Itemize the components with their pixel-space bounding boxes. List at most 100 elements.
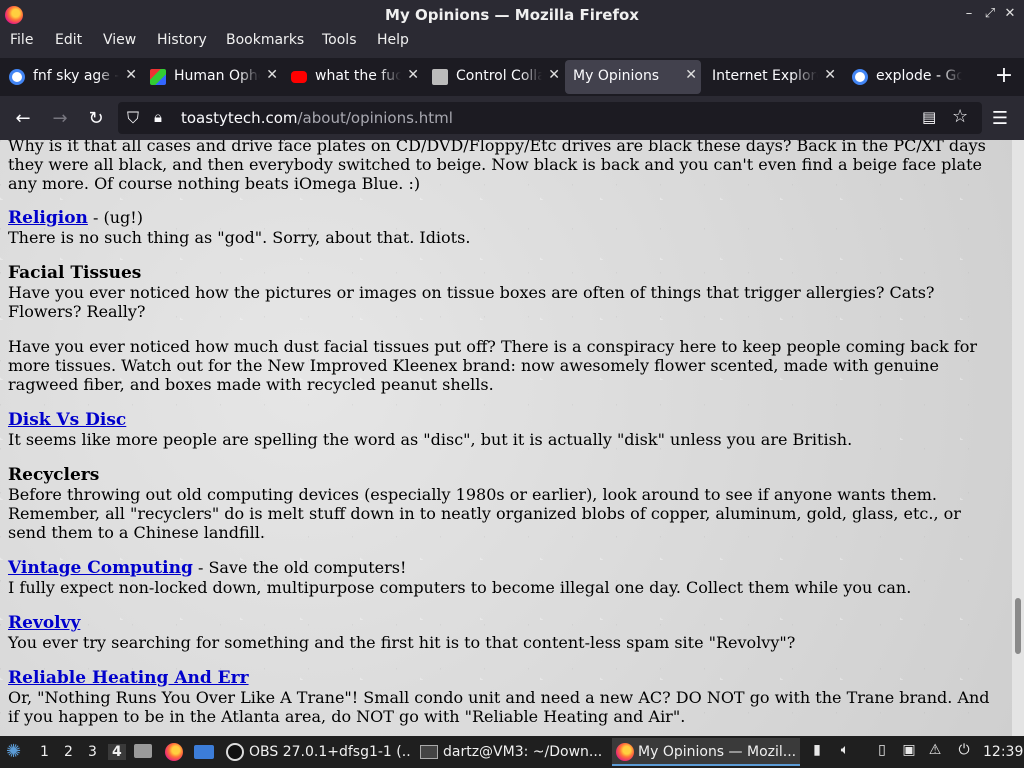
window-title: My Opinions — Mozilla Firefox: [385, 6, 639, 24]
hamburger-menu-icon[interactable]: ☰: [989, 108, 1011, 130]
workspace-4[interactable]: 4: [108, 744, 126, 760]
menu-tools[interactable]: Tools: [322, 32, 357, 48]
window-titlebar: My Opinions — Mozilla Firefox – ⤢ ✕: [0, 0, 1024, 30]
bookmark-star-icon[interactable]: ☆: [952, 106, 968, 127]
tab-label: explode - Google Search: [876, 68, 962, 84]
minimize-icon[interactable]: –: [961, 6, 977, 22]
task-obs[interactable]: OBS 27.0.1+dfsg1-1 (...: [226, 738, 410, 766]
tab-label: My Opinions: [573, 68, 660, 84]
task-terminal[interactable]: dartz@VM3: ~/Down...: [420, 738, 604, 766]
youtube-icon: [291, 71, 307, 83]
google-icon: [852, 69, 868, 85]
tissues-heading-text: Facial Tissues: [8, 263, 142, 283]
heating-link[interactable]: Reliable Heating And Err: [8, 668, 249, 688]
intro-paragraph: Why is it that all cases and drive face …: [8, 140, 986, 193]
tab-label: what the fuck: [315, 68, 401, 84]
maximize-icon[interactable]: ⤢: [982, 6, 998, 22]
tab-label: Internet Explorer: [712, 68, 818, 84]
terminal-icon: [420, 745, 438, 759]
recyclers-text: Before throwing out old computing device…: [8, 485, 961, 542]
page-scrollbar[interactable]: [1012, 140, 1024, 736]
revolvy-link[interactable]: Revolvy: [8, 613, 80, 633]
new-tab-button[interactable]: +: [994, 65, 1014, 87]
menu-history[interactable]: History: [157, 32, 207, 48]
heating-section: Reliable Heating And Err: [8, 668, 998, 688]
vintage-suffix: - Save the old computers!: [192, 558, 407, 577]
notes-icon[interactable]: ▯: [873, 742, 891, 760]
close-tab-icon[interactable]: ✕: [266, 67, 278, 83]
site-icon: [150, 69, 166, 85]
scrollbar-thumb[interactable]: [1015, 598, 1021, 654]
file-manager-icon[interactable]: [134, 744, 152, 758]
close-icon[interactable]: ✕: [1002, 6, 1018, 22]
tab-label: fnf sky age - Google Search: [33, 68, 119, 84]
navigation-toolbar: ← → ↻ ⛉ 🔒︎ toastytech.com/about/opinions…: [0, 98, 1024, 140]
shield-icon[interactable]: ⛉: [127, 108, 139, 128]
menu-view[interactable]: View: [103, 32, 136, 48]
page-content: Why is it that all cases and drive face …: [0, 140, 1012, 736]
power-icon[interactable]: ⏻: [955, 742, 973, 760]
disk-section: Disk Vs Disc: [8, 410, 998, 430]
disk-link[interactable]: Disk Vs Disc: [8, 410, 126, 430]
task-label: OBS 27.0.1+dfsg1-1 (...: [249, 744, 410, 760]
url-path: /about/opinions.html: [297, 109, 453, 127]
close-tab-icon[interactable]: ✕: [125, 67, 137, 83]
url-text: toastytech.com/about/opinions.html: [181, 109, 453, 127]
disk-text: It seems like more people are spelling t…: [8, 430, 853, 449]
menu-help[interactable]: Help: [377, 32, 409, 48]
back-button[interactable]: ←: [12, 108, 34, 130]
task-label: My Opinions — Mozil...: [638, 744, 797, 760]
close-tab-icon[interactable]: ✕: [685, 67, 697, 83]
forward-button[interactable]: →: [49, 108, 71, 130]
volume-icon[interactable]: 🔈︎: [836, 742, 854, 760]
recyclers-heading: Recyclers: [8, 465, 998, 485]
system-taskbar: ✺ 1 2 3 4 OBS 27.0.1+dfsg1-1 (... dartz@…: [0, 736, 1024, 768]
tab-internet-explorer[interactable]: Internet Explorer ✕: [704, 60, 840, 94]
url-bar[interactable]: ⛉ 🔒︎ toastytech.com/about/opinions.html …: [118, 102, 982, 134]
revolvy-text: You ever try searching for something and…: [8, 633, 796, 652]
reload-button[interactable]: ↻: [85, 108, 107, 130]
tab-my-opinions[interactable]: My Opinions ✕: [565, 60, 701, 94]
tab-label: Human Ophelia: [174, 68, 260, 84]
religion-link[interactable]: Religion: [8, 208, 88, 228]
network-icon[interactable]: ▣: [900, 742, 918, 760]
tissues-text-2: Have you ever noticed how much dust faci…: [8, 337, 977, 394]
religion-text: There is no such thing as "god". Sorry, …: [8, 228, 471, 247]
religion-suffix: - (ug!): [87, 208, 143, 227]
menu-edit[interactable]: Edit: [55, 32, 82, 48]
revolvy-section: Revolvy: [8, 613, 998, 633]
task-label: dartz@VM3: ~/Down...: [443, 744, 603, 760]
workspace-2[interactable]: 2: [64, 744, 73, 760]
google-icon: [9, 69, 25, 85]
tab-what-the[interactable]: what the fuck ✕: [287, 60, 423, 94]
reader-view-icon[interactable]: ▤: [922, 108, 936, 126]
notification-icon[interactable]: ⚠: [926, 742, 944, 760]
tab-control-collapse[interactable]: Control Collapse ✕: [428, 60, 564, 94]
workspace-1[interactable]: 1: [40, 744, 49, 760]
start-menu-icon[interactable]: ✺: [6, 741, 21, 762]
obs-icon: [226, 743, 244, 761]
tab-explode[interactable]: explode - Google Search: [848, 60, 984, 94]
close-tab-icon[interactable]: ✕: [548, 67, 560, 83]
close-tab-icon[interactable]: ✕: [824, 67, 836, 83]
vintage-section: Vintage Computing - Save the old compute…: [8, 558, 998, 578]
close-tab-icon[interactable]: ✕: [407, 67, 419, 83]
tab-human-ophelia[interactable]: Human Ophelia ✕: [146, 60, 282, 94]
vintage-text: I fully expect non-locked down, multipur…: [8, 578, 912, 597]
clock: 12:39: [983, 744, 1024, 760]
task-firefox[interactable]: My Opinions — Mozil...: [612, 738, 800, 766]
recyclers-heading-text: Recyclers: [8, 465, 100, 485]
vintage-link[interactable]: Vintage Computing: [8, 558, 193, 578]
firefox-icon: [616, 743, 634, 761]
heating-text: Or, "Nothing Runs You Over Like A Trane"…: [8, 688, 990, 726]
desktop-icon[interactable]: [194, 745, 214, 759]
lock-icon[interactable]: 🔒︎: [154, 108, 162, 126]
menu-bookmarks[interactable]: Bookmarks: [226, 32, 304, 48]
tissues-text-1: Have you ever noticed how the pictures o…: [8, 283, 935, 321]
tab-fnf-sky-age[interactable]: fnf sky age - Google Search ✕: [5, 60, 141, 94]
firefox-launcher-icon[interactable]: [165, 743, 183, 761]
tissues-heading: Facial Tissues: [8, 263, 998, 283]
workspace-3[interactable]: 3: [88, 744, 97, 760]
clipboard-icon[interactable]: ▮: [808, 742, 826, 760]
menu-file[interactable]: File: [10, 32, 33, 48]
